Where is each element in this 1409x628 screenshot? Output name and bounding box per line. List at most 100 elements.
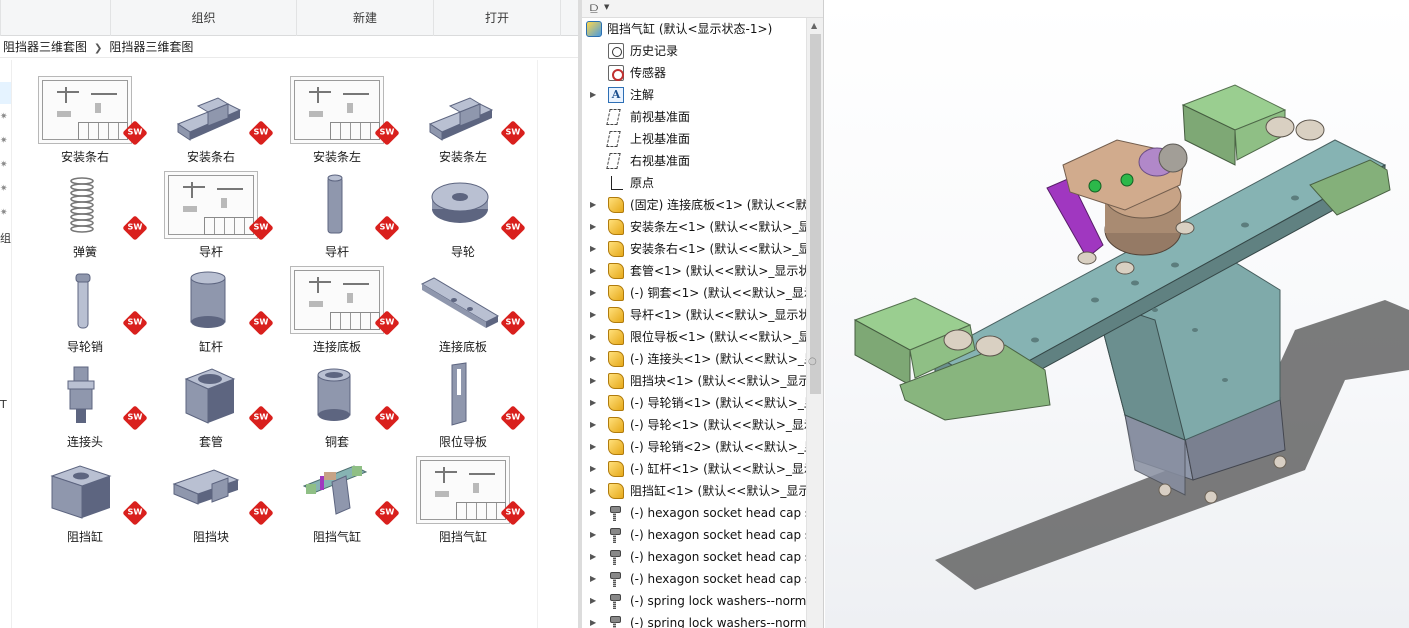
file-item[interactable]: SW 阻挡气缸 — [274, 456, 400, 546]
pin-icon[interactable]: ✷ — [0, 184, 8, 194]
tree-item[interactable]: ▶ (-) 缸杆<1> (默认<<默认>_显示 — [582, 458, 806, 480]
tree-item[interactable]: ▶ 阻挡块<1> (默认<<默认>_显示 — [582, 370, 806, 392]
file-name[interactable]: 连接头 — [22, 433, 148, 450]
file-item[interactable]: SW 导轮销 — [22, 266, 148, 356]
file-name[interactable]: 铜套 — [274, 433, 400, 450]
expand-icon[interactable]: ▶ — [590, 524, 596, 546]
file-name[interactable]: 连接底板 — [274, 338, 400, 355]
breadcrumb-item[interactable]: 阻挡器三维套图 — [109, 40, 193, 54]
file-item[interactable]: SW 安装条左 — [274, 76, 400, 166]
tree-item[interactable]: ▶ A 注解 — [582, 84, 806, 106]
breadcrumb[interactable]: 阻挡器三维套图 ❯ 阻挡器三维套图 — [0, 36, 580, 58]
file-item[interactable]: SW 弹簧 — [22, 171, 148, 261]
file-item[interactable]: SW 阻挡块 — [148, 456, 274, 546]
filter-icon[interactable]: ⫒ — [590, 1, 598, 17]
file-name[interactable]: 阻挡气缸 — [400, 528, 526, 545]
file-item[interactable]: SW 铜套 — [274, 361, 400, 451]
tree-item[interactable]: ▶ (-) spring lock washers--norm — [582, 590, 806, 612]
tree-item[interactable]: 上视基准面 — [582, 128, 806, 150]
tree-item[interactable]: 传感器 — [582, 62, 806, 84]
file-name[interactable]: 安装条左 — [274, 148, 400, 165]
file-item[interactable]: SW 导杆 — [274, 171, 400, 261]
chevron-down-icon[interactable]: ▼ — [604, 3, 609, 11]
pin-icon[interactable]: ✷ — [0, 136, 8, 146]
file-name[interactable]: 限位导板 — [400, 433, 526, 450]
nav-item-fragment[interactable]: T — [0, 398, 7, 411]
breadcrumb-item[interactable]: 阻挡器三维套图 — [3, 40, 87, 54]
file-name[interactable]: 阻挡缸 — [22, 528, 148, 545]
pane-collapse-handle[interactable]: ○ — [808, 356, 817, 367]
file-item[interactable]: SW 导轮 — [400, 171, 526, 261]
expand-icon[interactable]: ▶ — [590, 546, 596, 568]
scrollbar-thumb[interactable] — [810, 34, 821, 394]
tree-root[interactable]: 阻挡气缸 (默认<显示状态-1>) — [582, 18, 806, 40]
expand-icon[interactable]: ▶ — [590, 260, 596, 282]
tree-item[interactable]: ▶ (-) hexagon socket head cap s — [582, 524, 806, 546]
file-name[interactable]: 套管 — [148, 433, 274, 450]
pin-icon[interactable]: ✷ — [0, 112, 8, 122]
tree-item[interactable]: 原点 — [582, 172, 806, 194]
tree-item[interactable]: 右视基准面 — [582, 150, 806, 172]
tree-item[interactable]: 前视基准面 — [582, 106, 806, 128]
file-item[interactable]: SW 套管 — [148, 361, 274, 451]
nav-selected-item[interactable] — [0, 82, 11, 104]
tree-item[interactable]: ▶ 安装条右<1> (默认<<默认>_显 — [582, 238, 806, 260]
pin-icon[interactable]: ✷ — [0, 208, 8, 218]
expand-icon[interactable]: ▶ — [590, 370, 596, 392]
ribbon-group-new[interactable]: 新建 — [296, 0, 433, 36]
tree-scrollbar[interactable]: ▲ ○ — [806, 18, 823, 628]
file-item[interactable]: SW 导杆 — [148, 171, 274, 261]
tree-item[interactable]: ▶ (固定) 连接底板<1> (默认<<默认 — [582, 194, 806, 216]
file-item[interactable]: SW 限位导板 — [400, 361, 526, 451]
tree-item[interactable]: ▶ (-) 导轮销<2> (默认<<默认>_显 — [582, 436, 806, 458]
ribbon-group-open[interactable]: 打开 — [433, 0, 560, 36]
file-name[interactable]: 导杆 — [274, 243, 400, 260]
expand-icon[interactable]: ▶ — [590, 304, 596, 326]
assembly-model-view[interactable] — [825, 0, 1409, 628]
file-item[interactable]: SW 安装条右 — [22, 76, 148, 166]
file-item[interactable]: SW 连接头 — [22, 361, 148, 451]
ribbon-group-organize[interactable]: 组织 — [110, 0, 296, 36]
graphics-area[interactable] — [825, 0, 1409, 628]
file-name[interactable]: 弹簧 — [22, 243, 148, 260]
pin-icon[interactable]: ✷ — [0, 160, 8, 170]
tree-item[interactable]: ▶ (-) hexagon socket head cap s — [582, 546, 806, 568]
file-name[interactable]: 安装条左 — [400, 148, 526, 165]
tree-item[interactable]: ▶ (-) hexagon socket head cap s — [582, 502, 806, 524]
expand-icon[interactable]: ▶ — [590, 458, 596, 480]
file-item[interactable]: SW 安装条右 — [148, 76, 274, 166]
expand-icon[interactable]: ▶ — [590, 326, 596, 348]
file-name[interactable]: 阻挡气缸 — [274, 528, 400, 545]
tree-item[interactable]: ▶ (-) hexagon socket head cap s — [582, 568, 806, 590]
file-name[interactable]: 安装条右 — [22, 148, 148, 165]
tree-item[interactable]: ▶ 限位导板<1> (默认<<默认>_显 — [582, 326, 806, 348]
nav-item-fragment[interactable]: 组 — [0, 230, 11, 246]
file-name[interactable]: 导轮 — [400, 243, 526, 260]
expand-icon[interactable]: ▶ — [590, 216, 596, 238]
expand-icon[interactable]: ▶ — [590, 238, 596, 260]
file-item[interactable]: SW 缸杆 — [148, 266, 274, 356]
expand-icon[interactable]: ▶ — [590, 348, 596, 370]
file-name[interactable]: 导杆 — [148, 243, 274, 260]
expand-icon[interactable]: ▶ — [590, 194, 596, 216]
tree-item[interactable]: ▶ (-) 导轮<1> (默认<<默认>_显示 — [582, 414, 806, 436]
expand-icon[interactable]: ▶ — [590, 590, 596, 612]
expand-icon[interactable]: ▶ — [590, 392, 596, 414]
file-item[interactable]: SW 连接底板 — [400, 266, 526, 356]
file-item[interactable]: SW 阻挡缸 — [22, 456, 148, 546]
tree-item[interactable]: ▶ (-) 连接头<1> (默认<<默认>_显 — [582, 348, 806, 370]
expand-icon[interactable]: ▶ — [590, 436, 596, 458]
tree-item[interactable]: ▶ (-) 导轮销<1> (默认<<默认>_显 — [582, 392, 806, 414]
file-item[interactable]: SW 阻挡气缸 — [400, 456, 526, 546]
tree-item[interactable]: ▶ (-) spring lock washers--norm — [582, 612, 806, 628]
tree-item[interactable]: ▶ 安装条左<1> (默认<<默认>_显 — [582, 216, 806, 238]
tree-item[interactable]: ▶ 套管<1> (默认<<默认>_显示状 — [582, 260, 806, 282]
tree-item[interactable]: ▶ 阻挡缸<1> (默认<<默认>_显示 — [582, 480, 806, 502]
expand-icon[interactable]: ▶ — [590, 612, 596, 628]
file-item[interactable]: SW 连接底板 — [274, 266, 400, 356]
expand-icon[interactable]: ▶ — [590, 414, 596, 436]
file-item[interactable]: SW 安装条左 — [400, 76, 526, 166]
tree-item[interactable]: 历史记录 — [582, 40, 806, 62]
file-name[interactable]: 连接底板 — [400, 338, 526, 355]
file-name[interactable]: 导轮销 — [22, 338, 148, 355]
